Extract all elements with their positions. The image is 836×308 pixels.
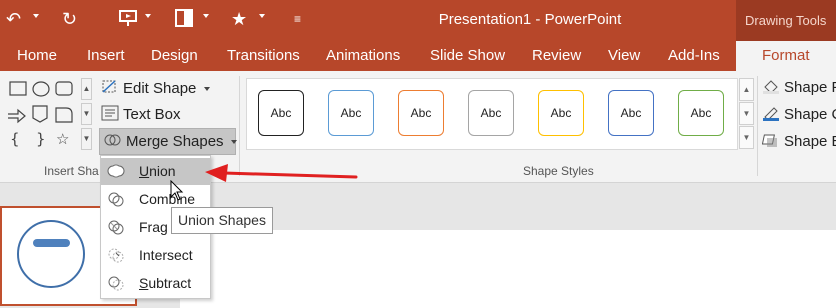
powerpoint-window: ↶ ↻ ★ ≡ Presentation1 - PowerPoint Drawi… <box>0 0 836 308</box>
annotation-arrow-icon <box>205 164 358 182</box>
